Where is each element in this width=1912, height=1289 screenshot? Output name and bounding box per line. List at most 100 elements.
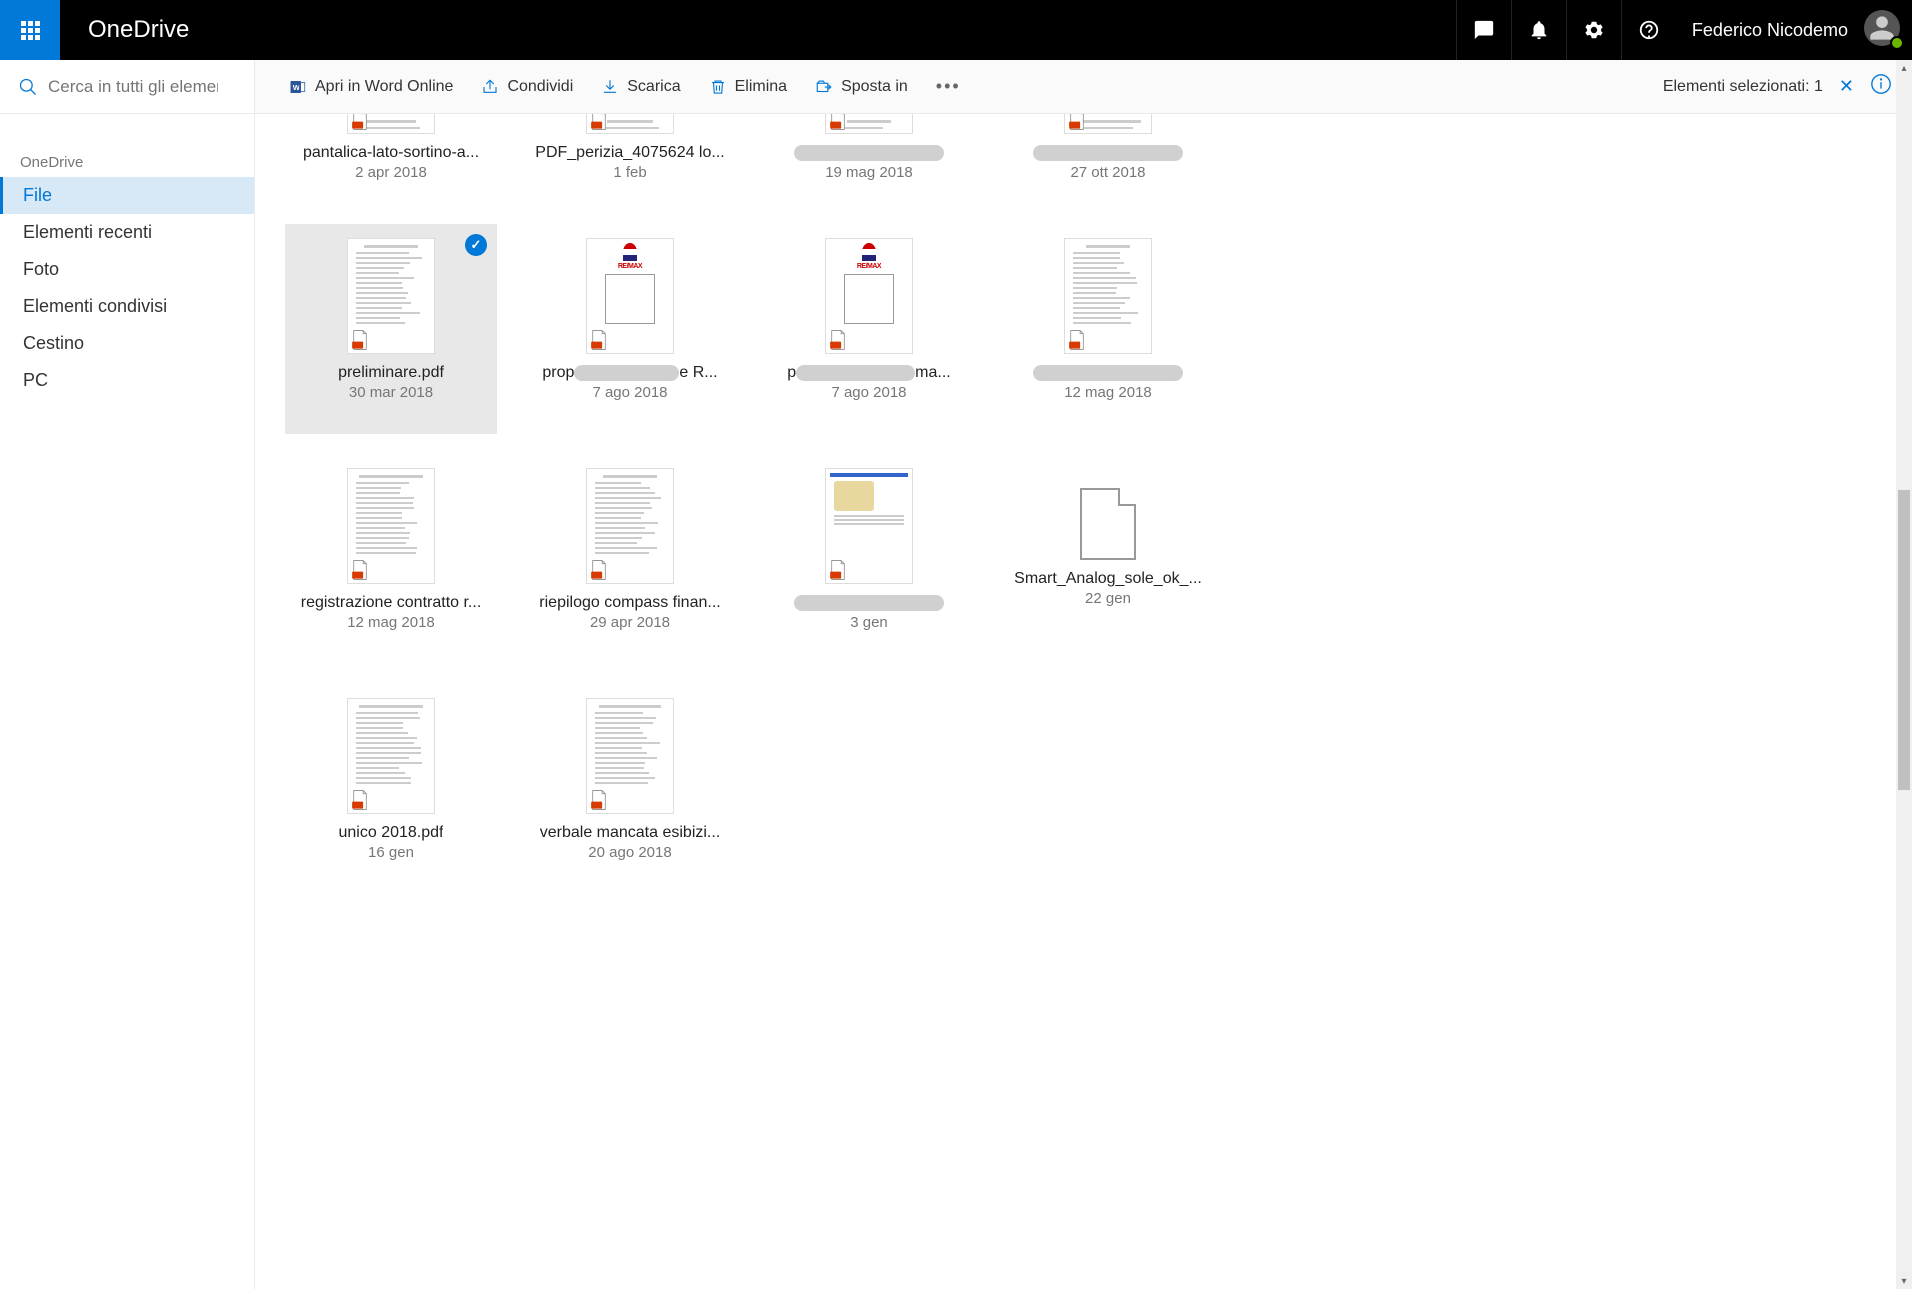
delete-button[interactable]: Elimina: [695, 72, 801, 102]
file-tile[interactable]: Smart_Analog_sole_ok_...22 gen: [1002, 454, 1214, 664]
file-tile[interactable]: . 19 mag 2018: [763, 114, 975, 204]
toolbar-label: Condividi: [507, 78, 573, 96]
scroll-down-arrow[interactable]: ▾: [1896, 1273, 1912, 1289]
help-icon-button[interactable]: [1621, 0, 1676, 60]
file-thumbnail: [586, 468, 674, 584]
more-button[interactable]: •••: [922, 70, 975, 103]
notifications-icon-button[interactable]: [1511, 0, 1566, 60]
file-tile[interactable]: unico 2018.pdf 16 gen: [285, 684, 497, 894]
file-tile[interactable]: .12 mag 2018: [1002, 224, 1214, 434]
file-tile[interactable]: riepilogo compass finan...29 apr 2018: [524, 454, 736, 664]
file-tile[interactable]: PDF_perizia_4075624 lo... 1 feb: [524, 114, 736, 204]
top-header: OneDrive Federico Nicodemo: [0, 0, 1912, 60]
nav-item-file[interactable]: File: [0, 177, 254, 214]
search-input[interactable]: [38, 77, 218, 97]
file-tile[interactable]: verbale mancata esibizi...20 ago 2018: [524, 684, 736, 894]
download-icon: [601, 78, 619, 96]
word-icon: W: [289, 78, 307, 96]
file-tile[interactable]: RE/MAXp.ma...7 ago 2018: [763, 224, 975, 434]
file-tile[interactable]: pantalica-lato-sortino-a... 2 apr 2018: [285, 114, 497, 204]
file-thumbnail: [825, 468, 913, 584]
pdf-badge-icon: [828, 559, 848, 581]
file-tile[interactable]: .27 ott 2018: [1002, 114, 1214, 204]
file-thumbnail: [347, 238, 435, 354]
nav-item-elementi-condivisi[interactable]: Elementi condivisi: [0, 288, 254, 325]
scroll-up-arrow[interactable]: ▴: [1896, 60, 1912, 76]
sidebar: OneDrive FileElementi recentiFotoElement…: [0, 60, 255, 1289]
nav-item-pc[interactable]: PC: [0, 362, 254, 399]
file-name: .: [794, 144, 944, 162]
avatar[interactable]: [1864, 10, 1904, 50]
scrollbar[interactable]: ▴ ▾: [1896, 60, 1912, 1289]
content-area: W Apri in Word Online Condividi Scarica …: [255, 60, 1912, 1289]
help-icon: [1638, 19, 1660, 41]
toolbar-label: Elimina: [735, 78, 787, 96]
toolbar: W Apri in Word Online Condividi Scarica …: [255, 60, 1912, 114]
file-tile[interactable]: preliminare.pdf 30 mar 2018: [285, 224, 497, 434]
pdf-badge-icon: [350, 329, 370, 351]
pdf-badge-icon: [350, 789, 370, 811]
file-name: p.ma...: [787, 364, 950, 382]
file-date: 27 ott 2018: [1070, 164, 1145, 181]
open-word-button[interactable]: W Apri in Word Online: [275, 72, 467, 102]
file-date: 19 mag 2018: [825, 164, 913, 181]
gear-icon: [1583, 19, 1605, 41]
file-date: 30 mar 2018: [349, 384, 433, 401]
move-button[interactable]: Sposta in: [801, 72, 922, 102]
selection-count: Elementi selezionati: 1: [1663, 78, 1823, 96]
file-thumbnail: [586, 114, 674, 134]
search-icon: [18, 77, 38, 97]
chat-icon: [1473, 19, 1495, 41]
trash-icon: [709, 78, 727, 96]
file-area: pantalica-lato-sortino-a... 2 apr 2018 PDF…: [255, 114, 1912, 1289]
file-name: pantalica-lato-sortino-a...: [303, 144, 479, 162]
bell-icon: [1528, 19, 1550, 41]
file-thumbnail: [347, 698, 435, 814]
file-date: 1 feb: [613, 164, 646, 181]
file-date: 2 apr 2018: [355, 164, 427, 181]
presence-indicator: [1890, 36, 1904, 50]
selection-check-icon: [465, 234, 487, 256]
file-date: 16 gen: [368, 844, 414, 861]
file-date: 20 ago 2018: [588, 844, 671, 861]
nav-item-elementi-recenti[interactable]: Elementi recenti: [0, 214, 254, 251]
file-thumbnail: [586, 698, 674, 814]
file-name: .: [794, 594, 944, 612]
file-tile[interactable]: RE/MAXprop.e R...7 ago 2018: [524, 224, 736, 434]
file-name: registrazione contratto r...: [301, 594, 482, 612]
download-button[interactable]: Scarica: [587, 72, 694, 102]
file-name: prop.e R...: [542, 364, 717, 382]
user-name[interactable]: Federico Nicodemo: [1676, 20, 1864, 41]
toolbar-label: Apri in Word Online: [315, 78, 453, 96]
file-date: 7 ago 2018: [831, 384, 906, 401]
file-tile[interactable]: . 3 gen: [763, 454, 975, 664]
pdf-badge-icon: [1067, 329, 1087, 351]
details-pane-button[interactable]: [1870, 73, 1892, 100]
file-thumbnail: [347, 114, 435, 134]
pdf-badge-icon: [1067, 114, 1087, 131]
file-name: preliminare.pdf: [338, 364, 444, 382]
search-box[interactable]: [0, 60, 254, 114]
file-date: 3 gen: [850, 614, 888, 631]
file-grid: pantalica-lato-sortino-a... 2 apr 2018 PDF…: [275, 114, 1892, 894]
pdf-badge-icon: [589, 329, 609, 351]
settings-icon-button[interactable]: [1566, 0, 1621, 60]
pdf-badge-icon: [589, 559, 609, 581]
file-name: Smart_Analog_sole_ok_...: [1014, 570, 1202, 588]
file-name: unico 2018.pdf: [339, 824, 444, 842]
file-thumbnail: [1064, 238, 1152, 354]
move-icon: [815, 78, 833, 96]
scrollbar-thumb[interactable]: [1898, 490, 1910, 790]
share-button[interactable]: Condividi: [467, 72, 587, 102]
clear-selection-button[interactable]: ✕: [1839, 76, 1854, 97]
pdf-badge-icon: [350, 559, 370, 581]
file-tile[interactable]: registrazione contratto r...12 mag 2018: [285, 454, 497, 664]
nav-item-foto[interactable]: Foto: [0, 251, 254, 288]
chat-icon-button[interactable]: [1456, 0, 1511, 60]
file-name: PDF_perizia_4075624 lo...: [535, 144, 724, 162]
pdf-badge-icon: [350, 114, 370, 131]
nav-item-cestino[interactable]: Cestino: [0, 325, 254, 362]
waffle-icon: [21, 21, 40, 40]
toolbar-label: Scarica: [627, 78, 680, 96]
app-launcher-button[interactable]: [0, 0, 60, 60]
